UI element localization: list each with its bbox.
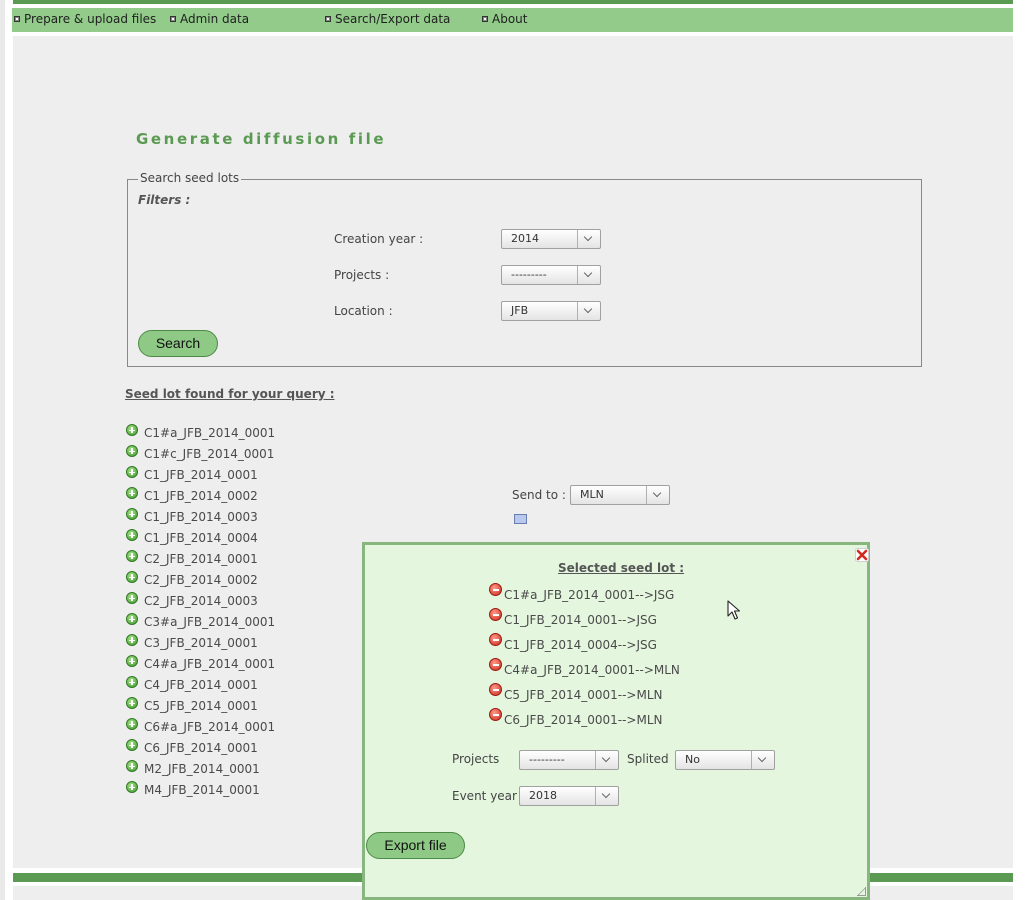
add-icon[interactable] [126,613,138,625]
send-to-select[interactable]: MLN [570,485,670,505]
menu-bullet-icon [325,15,331,22]
search-button[interactable]: Search [138,330,218,357]
send-to-label: Send to : [512,488,566,502]
chevron-down-icon [751,751,774,769]
projects-label: Projects : [334,268,390,282]
splited-label: Splited [627,752,669,766]
add-icon[interactable] [126,634,138,646]
window-toggle-icon[interactable] [514,514,527,524]
remove-icon[interactable] [489,683,502,696]
filters-label: Filters : [138,193,191,207]
add-icon[interactable] [126,718,138,730]
fieldset-legend: Search seed lots [138,171,242,185]
creation-year-label: Creation year : [334,232,424,246]
close-icon[interactable] [855,548,869,562]
add-icon[interactable] [126,655,138,667]
add-icon[interactable] [126,466,138,478]
chevron-down-icon [577,266,600,284]
add-icon[interactable] [126,445,138,457]
menu-search-export[interactable]: Search/Export data [325,8,450,32]
remove-icon[interactable] [489,583,502,596]
creation-year-select[interactable]: 2014 [501,229,601,249]
menu-bullet-icon [170,15,176,22]
chevron-down-icon [577,230,600,248]
location-label: Location : [334,304,393,318]
resize-grip-icon[interactable] [857,887,866,896]
selected-seed-lot-dialog: Selected seed lot : C1#a_JFB_2014_0001--… [362,542,870,900]
top-accent-bar [13,0,1013,4]
chevron-down-icon [577,302,600,320]
dialog-projects-select[interactable]: --------- [519,750,619,770]
page-title: Generate diffusion file [136,130,387,148]
location-select[interactable]: JFB [501,301,601,321]
menu-admin-data[interactable]: Admin data [170,8,249,32]
add-icon[interactable] [126,760,138,772]
menu-bullet-icon [14,15,20,22]
remove-icon[interactable] [489,658,502,671]
remove-icon[interactable] [489,708,502,721]
export-file-button[interactable]: Export file [366,832,465,859]
chevron-down-icon [595,787,618,805]
main-menu-bar: Prepare & upload files Admin data Search… [12,8,1013,32]
add-icon[interactable] [126,781,138,793]
add-icon[interactable] [126,508,138,520]
add-icon[interactable] [126,529,138,541]
menu-about[interactable]: About [482,8,527,32]
event-year-label: Event year [452,789,517,803]
chevron-down-icon [646,486,669,504]
dialog-title: Selected seed lot : [558,561,685,575]
mouse-cursor-icon [727,600,741,620]
dialog-projects-label: Projects [452,752,500,766]
results-label: Seed lot found for your query : [125,387,335,401]
remove-icon[interactable] [489,608,502,621]
add-icon[interactable] [126,592,138,604]
add-icon[interactable] [126,571,138,583]
event-year-select[interactable]: 2018 [519,786,619,806]
window-left-edge [0,0,5,900]
add-icon[interactable] [126,424,138,436]
add-icon[interactable] [126,487,138,499]
add-icon[interactable] [126,550,138,562]
projects-select[interactable]: --------- [501,265,601,285]
menu-prepare-upload[interactable]: Prepare & upload files [14,8,156,32]
splited-select[interactable]: No [675,750,775,770]
add-icon[interactable] [126,697,138,709]
remove-icon[interactable] [489,633,502,646]
menu-bullet-icon [482,15,488,22]
add-icon[interactable] [126,739,138,751]
add-icon[interactable] [126,676,138,688]
chevron-down-icon [595,751,618,769]
